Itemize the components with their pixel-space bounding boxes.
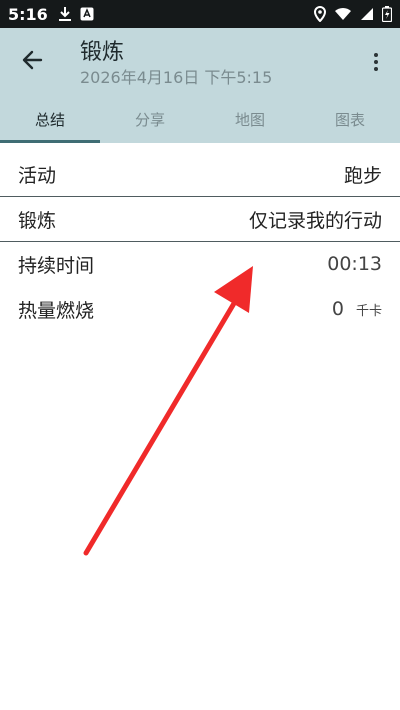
more-vert-icon	[374, 53, 378, 57]
tab-charts[interactable]: 图表	[300, 98, 400, 143]
more-options-button[interactable]	[364, 46, 388, 78]
status-time: 5:16	[8, 4, 48, 24]
activity-label: 活动	[18, 164, 57, 187]
tab-bar: 总结 分享 地图 图表	[0, 98, 400, 143]
activity-row[interactable]: 活动 跑步	[0, 152, 400, 196]
activity-value: 跑步	[343, 164, 382, 187]
back-button[interactable]	[14, 44, 50, 80]
wifi-icon	[334, 7, 352, 21]
tab-share[interactable]: 分享	[100, 98, 200, 143]
page-subtitle: 2026年4月16日 下午5:15	[80, 68, 273, 87]
workout-value: 仅记录我的行动	[248, 209, 382, 232]
calories-value: 0	[331, 298, 344, 320]
page-title: 锻炼	[80, 40, 125, 65]
tab-summary[interactable]: 总结	[0, 98, 100, 143]
calories-label: 热量燃烧	[18, 299, 95, 322]
duration-row: 持续时间 00:13	[0, 242, 400, 286]
status-bar: 5:16	[0, 0, 400, 28]
app-notification-icon	[80, 7, 94, 21]
calories-value-group: 0 千卡	[332, 298, 382, 320]
workout-label: 锻炼	[18, 209, 57, 232]
calories-unit: 千卡	[355, 304, 382, 319]
signal-icon	[360, 7, 374, 21]
calories-row: 热量燃烧 0 千卡	[0, 287, 400, 331]
workout-row[interactable]: 锻炼 仅记录我的行动	[0, 197, 400, 241]
battery-charging-icon	[382, 6, 392, 22]
app-bar: 锻炼 2026年4月16日 下午5:15 总结 分享 地图 图表	[0, 28, 400, 143]
tab-map[interactable]: 地图	[200, 98, 300, 143]
download-icon	[58, 6, 72, 22]
duration-label: 持续时间	[18, 254, 95, 277]
location-icon	[314, 6, 326, 22]
arrow-left-icon	[21, 49, 43, 75]
duration-value: 00:13	[327, 253, 382, 275]
